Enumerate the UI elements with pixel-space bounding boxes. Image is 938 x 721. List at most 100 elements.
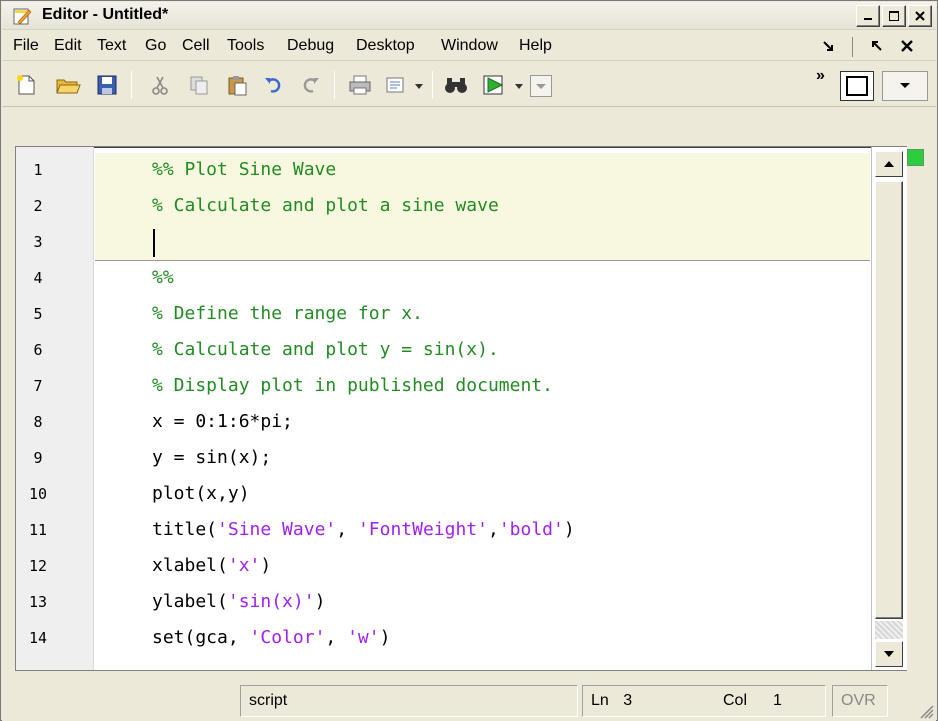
chevron-down-icon xyxy=(900,83,910,88)
overwrite-mode-indicator: OVR xyxy=(832,685,888,717)
find-icon xyxy=(445,78,467,93)
chevron-down-icon[interactable] xyxy=(414,83,424,91)
editor-app-icon xyxy=(13,8,32,25)
close-doc-icon[interactable] xyxy=(900,39,914,53)
menu-cell[interactable]: Cell xyxy=(182,37,210,55)
vertical-scrollbar[interactable] xyxy=(871,147,907,670)
menu-debug[interactable]: Debug xyxy=(287,37,334,55)
open-button[interactable] xyxy=(54,72,82,98)
single-pane-icon xyxy=(846,76,868,96)
code-line[interactable]: 8 x = 0:1:6*pi; xyxy=(16,405,876,441)
code-text: %% Plot Sine Wave xyxy=(152,159,337,180)
line-number: 8 xyxy=(33,413,43,431)
code-text: set(gca, 'Color', 'w') xyxy=(152,627,390,648)
cut-button[interactable] xyxy=(146,72,174,98)
code-line[interactable]: 9 y = sin(x); xyxy=(16,441,876,477)
layout-dropdown[interactable] xyxy=(882,71,928,101)
save-button[interactable] xyxy=(93,72,121,98)
string-literal: 'w' xyxy=(347,627,380,648)
toolbar-separator xyxy=(131,71,132,99)
close-button[interactable] xyxy=(908,5,932,27)
chevron-down-icon[interactable] xyxy=(514,83,524,91)
print-button[interactable] xyxy=(346,72,374,98)
code-line[interactable]: 5 % Define the range for x. xyxy=(16,297,876,333)
code-analyzer-status-icon[interactable] xyxy=(907,149,924,166)
code-fragment: title( xyxy=(152,519,218,540)
run-button[interactable] xyxy=(480,72,508,98)
editor-window: Editor - Untitled* File Edit Text Go Cel… xyxy=(0,0,938,721)
code-line[interactable]: 1 %% Plot Sine Wave xyxy=(16,153,876,189)
code-line[interactable]: 3 xyxy=(16,225,876,261)
menu-tools[interactable]: Tools xyxy=(227,37,264,55)
line-number: 7 xyxy=(33,377,43,395)
code-text: x = 0:1:6*pi; xyxy=(152,411,293,432)
layout-selector[interactable] xyxy=(840,71,874,101)
maximize-icon xyxy=(889,11,899,21)
new-file-icon xyxy=(17,75,35,95)
code-line[interactable]: 13 ylabel('sin(x)') xyxy=(16,585,876,621)
scrollbar-track[interactable] xyxy=(875,621,903,639)
menu-help[interactable]: Help xyxy=(519,37,552,55)
new-file-button[interactable] xyxy=(12,72,40,98)
code-fragment: , xyxy=(487,519,499,540)
code-line[interactable]: 14 set(gca, 'Color', 'w') xyxy=(16,621,876,657)
code-line[interactable]: 6 % Calculate and plot y = sin(x). xyxy=(16,333,876,369)
undo-icon xyxy=(265,78,281,93)
close-icon xyxy=(915,11,925,21)
menu-bar: File Edit Text Go Cell Tools Debug Deskt… xyxy=(2,31,936,61)
line-number: 6 xyxy=(33,341,43,359)
maximize-button[interactable] xyxy=(882,5,906,27)
menu-edit[interactable]: Edit xyxy=(54,37,82,55)
menu-text[interactable]: Text xyxy=(97,37,126,55)
code-text: % Define the range for x. xyxy=(152,303,423,324)
status-bar: script Ln 3 Col 1 OVR xyxy=(2,683,936,721)
undo-button[interactable] xyxy=(260,72,288,98)
menu-go[interactable]: Go xyxy=(145,37,166,55)
code-fragment: , xyxy=(325,627,348,648)
string-literal: 'x' xyxy=(227,555,261,576)
code-line[interactable]: 12 xlabel('x') xyxy=(16,549,876,585)
string-literal: 'Color' xyxy=(249,627,326,648)
line-number: 11 xyxy=(28,521,48,539)
toolbar-overflow-button[interactable]: » xyxy=(816,67,825,85)
menu-file[interactable]: File xyxy=(13,37,39,55)
publish-icon xyxy=(386,77,404,93)
scroll-down-button[interactable] xyxy=(875,641,903,667)
run-config-dropdown[interactable] xyxy=(530,75,552,97)
arrow-up-icon xyxy=(884,161,894,167)
redo-button[interactable] xyxy=(296,72,324,98)
chevron-down-icon xyxy=(536,84,546,89)
line-number: 2 xyxy=(33,197,43,215)
code-line[interactable]: 2 % Calculate and plot a sine wave xyxy=(16,189,876,225)
line-number: 9 xyxy=(33,449,43,467)
line-number: 13 xyxy=(28,593,48,611)
code-editor[interactable]: 1 %% Plot Sine Wave 2 % Calculate and pl… xyxy=(15,146,907,671)
scroll-up-button[interactable] xyxy=(875,151,903,177)
menu-desktop[interactable]: Desktop xyxy=(356,37,415,55)
dock-arrow-icon[interactable] xyxy=(822,39,836,53)
window-title: Editor - Untitled* xyxy=(42,6,169,23)
paste-button[interactable] xyxy=(223,72,251,98)
column-value: 1 xyxy=(773,692,782,709)
resize-grip-icon[interactable] xyxy=(918,703,934,719)
menu-window[interactable]: Window xyxy=(441,37,498,55)
code-line[interactable]: 10 plot(x,y) xyxy=(16,477,876,513)
code-line[interactable]: 11 title('Sine Wave', 'FontWeight','bold… xyxy=(16,513,876,549)
code-fragment: ylabel( xyxy=(152,591,228,612)
scrollbar-thumb[interactable] xyxy=(875,181,903,619)
open-folder-icon xyxy=(56,79,81,94)
find-button[interactable] xyxy=(442,72,470,98)
minimize-button[interactable] xyxy=(856,5,880,27)
code-line[interactable]: 7 % Display plot in published document. xyxy=(16,369,876,405)
undock-arrow-icon[interactable] xyxy=(870,39,884,53)
ovr-label: OVR xyxy=(841,692,876,709)
title-bar: Editor - Untitled* xyxy=(2,2,936,30)
paste-icon xyxy=(228,76,247,96)
copy-button[interactable] xyxy=(185,72,213,98)
cut-icon xyxy=(152,76,168,95)
code-text: y = sin(x); xyxy=(152,447,272,468)
publish-button[interactable] xyxy=(383,72,411,98)
file-type-label: script xyxy=(249,692,288,709)
string-literal: 'FontWeight' xyxy=(357,519,488,540)
code-line[interactable]: 4 %% xyxy=(16,261,876,297)
